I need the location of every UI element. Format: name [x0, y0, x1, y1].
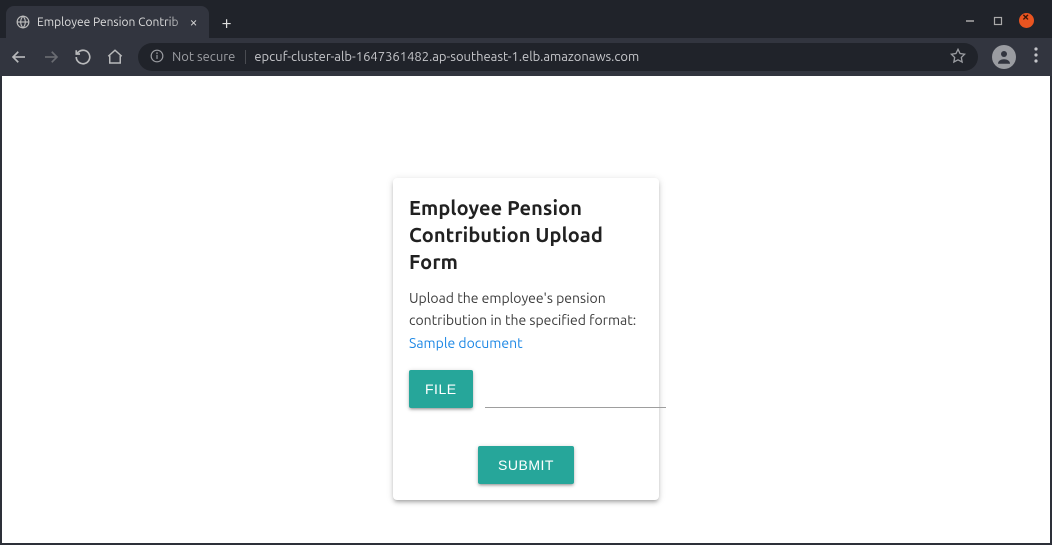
info-icon[interactable] — [150, 49, 164, 66]
url-text: epcuf-cluster-alb-1647361482.ap-southeas… — [254, 50, 942, 64]
new-tab-button[interactable]: + — [209, 8, 243, 38]
globe-icon — [16, 15, 30, 29]
sample-document-link[interactable]: Sample document — [409, 335, 523, 351]
close-icon[interactable]: × — [188, 14, 200, 30]
window-controls — [963, 13, 1044, 38]
browser-toolbar: Not secure epcuf-cluster-alb-1647361482.… — [0, 38, 1052, 76]
profile-button[interactable] — [992, 45, 1016, 69]
file-input-row: File — [409, 370, 643, 408]
form-subtitle: Upload the employee's pension contributi… — [409, 287, 643, 354]
address-bar[interactable]: Not secure epcuf-cluster-alb-1647361482.… — [138, 43, 978, 71]
browser-tab[interactable]: Employee Pension Contrib × — [6, 6, 209, 38]
page-content: Employee Pension Contribution Upload For… — [2, 76, 1050, 543]
security-label: Not secure — [172, 50, 246, 64]
kebab-menu-icon[interactable] — [1030, 47, 1042, 67]
window-close-icon[interactable] — [1019, 13, 1034, 28]
tab-title: Employee Pension Contrib — [37, 16, 179, 29]
back-button[interactable] — [10, 48, 28, 66]
minimize-icon[interactable] — [963, 14, 977, 28]
file-path-input[interactable] — [485, 384, 666, 408]
tab-strip: Employee Pension Contrib × + — [0, 0, 1052, 38]
upload-form-card: Employee Pension Contribution Upload For… — [393, 178, 659, 500]
forward-button[interactable] — [42, 48, 60, 66]
bookmark-icon[interactable] — [950, 48, 966, 67]
file-button[interactable]: File — [409, 370, 473, 408]
reload-button[interactable] — [74, 48, 92, 66]
form-title: Employee Pension Contribution Upload For… — [409, 194, 643, 275]
subtitle-text: Upload the employee's pension contributi… — [409, 290, 636, 328]
home-button[interactable] — [106, 48, 124, 66]
submit-button[interactable]: Submit — [478, 446, 574, 484]
browser-window: Employee Pension Contrib × + — [0, 0, 1052, 545]
maximize-icon[interactable] — [991, 14, 1005, 28]
